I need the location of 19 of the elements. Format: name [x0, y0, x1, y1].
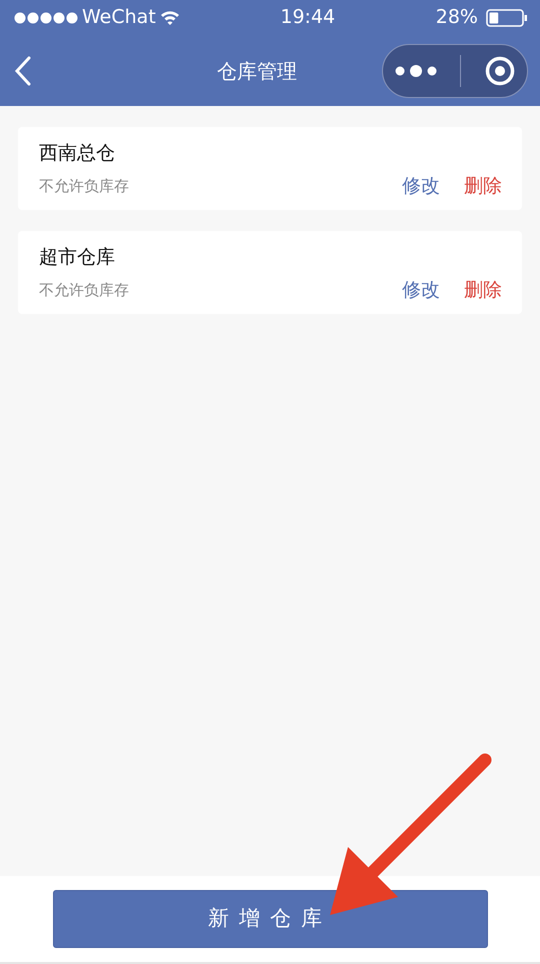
add-warehouse-button[interactable]: 新增仓库 — [52, 890, 488, 948]
warehouse-note: 不允许负库存 — [39, 176, 129, 196]
warehouse-name: 西南总仓 — [39, 141, 116, 166]
page-title: 仓库管理 — [217, 58, 297, 84]
close-icon[interactable] — [485, 56, 516, 86]
edit-link[interactable]: 修改 — [402, 172, 440, 200]
delete-link[interactable]: 删除 — [464, 276, 502, 304]
signal-icon — [14, 12, 78, 24]
carrier-name: WeChat — [82, 5, 156, 30]
back-button[interactable] — [14, 56, 32, 86]
delete-link[interactable]: 删除 — [464, 172, 502, 200]
warehouse-note: 不允许负库存 — [39, 280, 129, 300]
edit-link[interactable]: 修改 — [402, 276, 440, 304]
battery-icon — [486, 8, 528, 26]
more-icon[interactable] — [394, 64, 437, 78]
battery-percent: 28% — [436, 5, 478, 30]
warehouse-name: 超市仓库 — [39, 245, 116, 270]
wifi-icon — [160, 10, 180, 25]
status-time: 19:44 — [280, 5, 336, 30]
